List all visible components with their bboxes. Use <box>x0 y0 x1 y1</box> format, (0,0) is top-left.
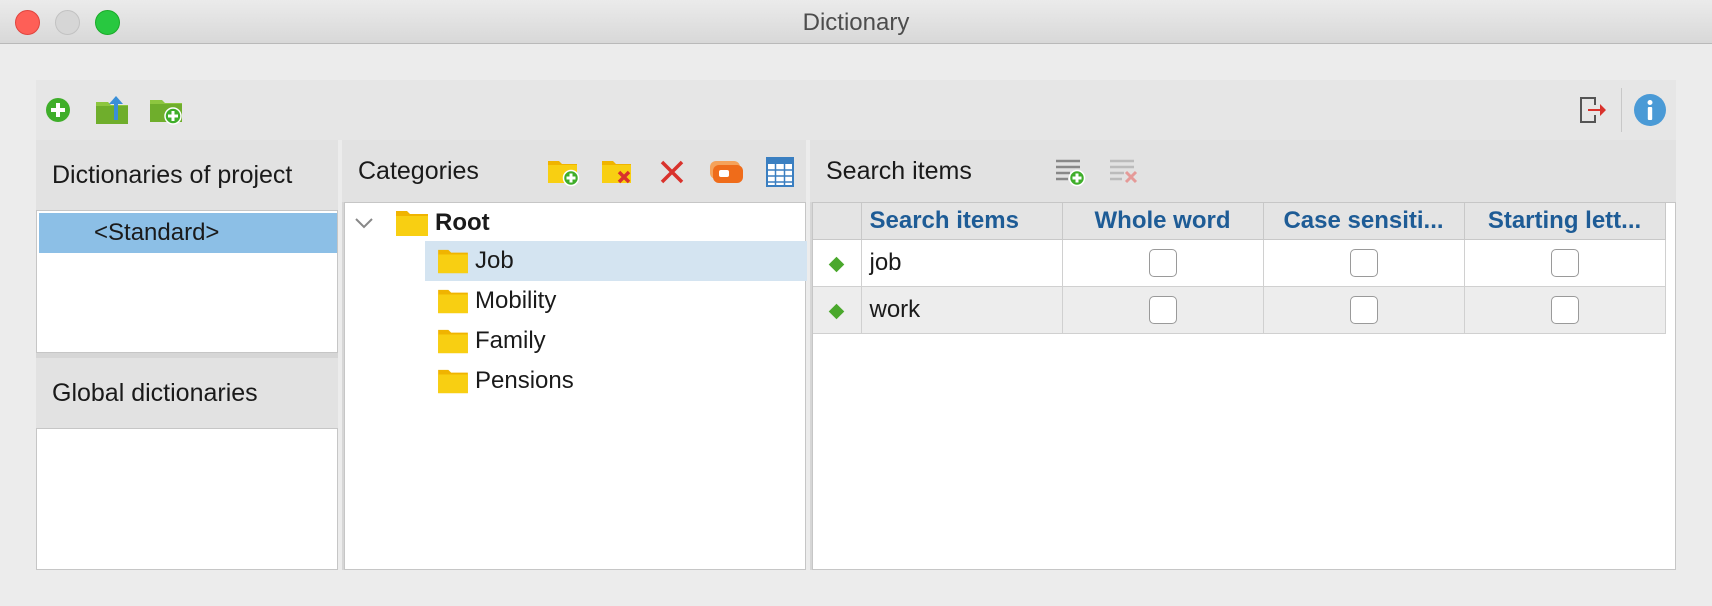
search-items-panel: Search items Search items Whole word Cas… <box>810 140 1676 570</box>
project-dictionaries-list[interactable]: <Standard> <box>36 210 338 353</box>
new-category-button[interactable] <box>544 152 584 192</box>
whole-word-checkbox[interactable] <box>1148 248 1177 277</box>
column-header-search-items[interactable]: Search items <box>861 203 1063 240</box>
add-search-item-button[interactable] <box>1050 152 1090 192</box>
folder-icon <box>396 211 428 236</box>
column-header-starting-letters[interactable]: Starting lett... <box>1464 203 1666 240</box>
folder-icon <box>438 249 468 274</box>
delete-subcategories-button[interactable] <box>598 152 638 192</box>
categories-panel: Categories Root Job Mobility Family Pens… <box>342 140 807 570</box>
exit-icon <box>1580 97 1606 123</box>
folder-export-icon <box>96 96 128 124</box>
toolbar <box>36 80 1676 140</box>
starting-letters-checkbox[interactable] <box>1550 295 1579 324</box>
info-icon <box>1634 94 1666 126</box>
tree-node-label: Family <box>475 327 546 354</box>
tree-node-label: Pensions <box>475 367 574 394</box>
tree-node-label: Job <box>475 247 514 274</box>
info-button[interactable] <box>1632 92 1668 128</box>
tree-node-root[interactable]: Root <box>353 203 793 243</box>
global-dictionaries-heading: Global dictionaries <box>36 358 338 428</box>
whole-word-cell <box>1062 286 1264 334</box>
diamond-icon <box>828 256 845 272</box>
category-tree[interactable]: Root Job Mobility Family Pensions <box>344 202 807 570</box>
column-header-case-sensitive[interactable]: Case sensiti... <box>1263 203 1465 240</box>
table-icon <box>766 157 794 187</box>
add-circle-icon <box>46 98 70 122</box>
list-add-icon <box>1056 159 1086 187</box>
whole-word-cell <box>1062 239 1264 287</box>
global-dictionaries-list[interactable] <box>36 428 338 570</box>
case-sensitive-checkbox[interactable] <box>1349 295 1378 324</box>
diamond-icon <box>828 303 845 319</box>
tree-node-label: Mobility <box>475 287 557 314</box>
row-marker-header <box>813 203 862 240</box>
folder-add-icon <box>150 100 182 125</box>
tag-icon <box>710 161 743 183</box>
folder-delete-icon <box>602 161 631 184</box>
add-dictionary-button[interactable] <box>40 92 76 128</box>
dictionary-item-standard[interactable]: <Standard> <box>39 213 337 253</box>
tree-node-pensions[interactable]: Pensions <box>425 361 807 401</box>
search-items-heading: Search items <box>826 156 972 185</box>
folder-add-icon <box>548 161 580 187</box>
column-header-whole-word[interactable]: Whole word <box>1062 203 1264 240</box>
delete-category-button[interactable] <box>652 152 692 192</box>
folder-icon <box>438 369 468 394</box>
tree-node-label: Root <box>435 209 490 236</box>
list-delete-icon <box>1110 159 1138 184</box>
case-sensitive-cell <box>1263 286 1465 334</box>
row-marker <box>813 239 862 287</box>
dictionaries-panel: Dictionaries of project <Standard> Globa… <box>36 140 338 570</box>
delete-search-item-button[interactable] <box>1104 152 1144 192</box>
tree-node-mobility[interactable]: Mobility <box>425 281 807 321</box>
table-view-button[interactable] <box>760 152 800 192</box>
import-dictionary-button[interactable] <box>148 92 184 128</box>
categories-heading: Categories <box>358 156 479 185</box>
search-term-cell[interactable]: job <box>861 239 1063 287</box>
starting-letters-cell <box>1464 286 1666 334</box>
table-header-row: Search items Whole word Case sensiti... … <box>813 203 1666 240</box>
close-icon <box>660 160 684 184</box>
toolbar-separator <box>1621 88 1622 132</box>
starting-letters-checkbox[interactable] <box>1550 248 1579 277</box>
folder-icon <box>438 289 468 314</box>
table-row[interactable]: job <box>813 239 1666 287</box>
search-term-cell[interactable]: work <box>861 286 1063 334</box>
title-bar: Dictionary <box>0 0 1712 44</box>
window-title: Dictionary <box>802 9 910 36</box>
tree-node-job[interactable]: Job <box>425 241 807 281</box>
case-sensitive-checkbox[interactable] <box>1349 248 1378 277</box>
export-dictionary-button[interactable] <box>94 92 130 128</box>
search-items-header: Search items <box>810 140 1676 202</box>
starting-letters-cell <box>1464 239 1666 287</box>
row-marker <box>813 286 862 334</box>
search-items-table-container: Search items Whole word Case sensiti... … <box>812 202 1676 570</box>
table-row[interactable]: work <box>813 286 1666 334</box>
case-sensitive-cell <box>1263 239 1465 287</box>
project-dictionaries-heading: Dictionaries of project <box>36 140 338 210</box>
search-items-table: Search items Whole word Case sensiti... … <box>813 203 1666 334</box>
chevron-down-icon[interactable] <box>353 212 375 234</box>
tree-node-family[interactable]: Family <box>425 321 807 361</box>
rename-category-button[interactable] <box>706 152 746 192</box>
whole-word-checkbox[interactable] <box>1148 295 1177 324</box>
folder-icon <box>438 329 468 354</box>
exit-button[interactable] <box>1574 92 1610 128</box>
